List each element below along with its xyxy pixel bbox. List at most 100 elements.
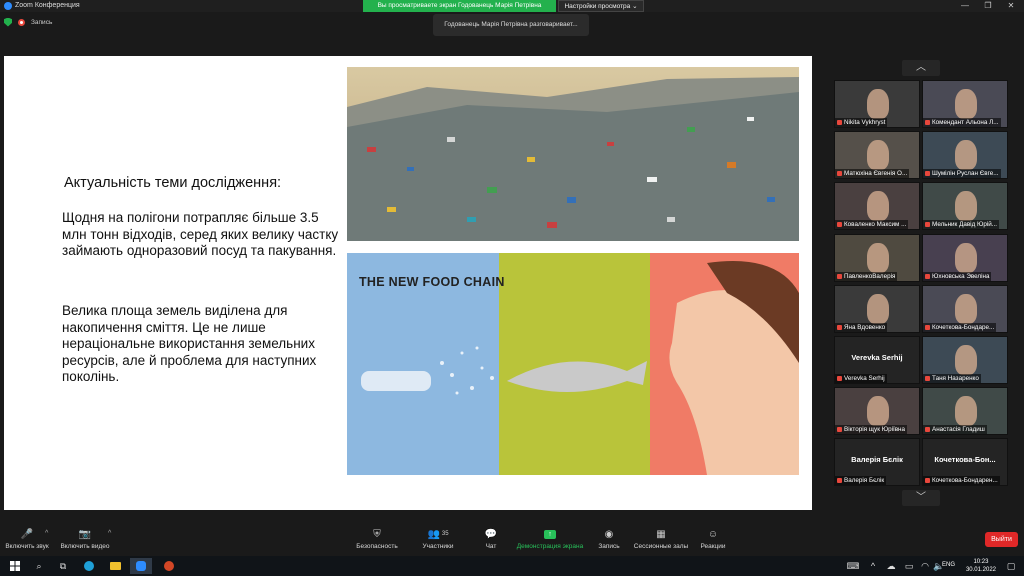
mic-muted-icon bbox=[837, 273, 842, 279]
meeting-toolbar: 🎤 Включить звук ^ 📷 Включить видео ^ ⛨ Б… bbox=[0, 524, 1024, 556]
viewing-share-banner: Вы просматриваете экран Годованець Марія… bbox=[363, 0, 556, 12]
participant-name: Кочеткова-Бондаре... bbox=[923, 322, 997, 332]
share-screen-icon: ↑ bbox=[543, 528, 557, 540]
recording-label: Запись bbox=[31, 18, 53, 26]
participant-name: Nikita Vykhryst bbox=[835, 118, 888, 127]
participant-display-name: Валерія Бєлік bbox=[851, 455, 903, 465]
participant-name: Комендант Альона Л... bbox=[923, 118, 1001, 127]
start-video-label: Включить видео bbox=[60, 543, 110, 550]
reactions-label: Реакции bbox=[700, 543, 726, 550]
participant-video bbox=[955, 191, 977, 222]
participant-video bbox=[955, 140, 977, 171]
task-view-icon[interactable]: ⧉ bbox=[52, 558, 74, 574]
mic-muted-icon bbox=[925, 222, 930, 228]
participant-video bbox=[867, 89, 889, 119]
mic-muted-icon bbox=[925, 273, 930, 279]
participant-video bbox=[955, 345, 977, 375]
participant-video bbox=[867, 293, 889, 324]
chat-icon: 💬 bbox=[484, 528, 498, 540]
title-bar: Zoom Конференция Вы просматриваете экран… bbox=[0, 0, 1024, 12]
file-explorer-icon[interactable] bbox=[104, 558, 126, 574]
participant-name: Вікторія щук Юріївна bbox=[835, 425, 908, 435]
recording-icon bbox=[18, 18, 25, 26]
reactions-button[interactable]: ☺ Реакции bbox=[698, 528, 728, 551]
participant-tile[interactable]: Nikita Vykhryst bbox=[834, 80, 920, 128]
participant-tile[interactable]: Кочеткова-Бон... Кочеткова-Бондарен... bbox=[922, 438, 1008, 487]
participant-tile[interactable]: ПавленкоВалерія bbox=[834, 233, 920, 282]
mic-muted-icon: 🎤 bbox=[20, 528, 34, 540]
participant-tile[interactable]: Валерія Бєлік Валерія Бєлік bbox=[834, 438, 920, 487]
participant-tile[interactable]: Юхновська Эвеліна bbox=[922, 233, 1008, 282]
mic-muted-icon bbox=[925, 120, 930, 125]
window-title: Zoom Конференция bbox=[15, 2, 80, 9]
chat-button[interactable]: 💬 Чат bbox=[478, 528, 504, 551]
participant-name: Коваленко Максим ... bbox=[835, 220, 909, 230]
mic-muted-icon bbox=[837, 427, 842, 433]
gallery-scroll-up-button[interactable]: ︿ bbox=[902, 60, 940, 76]
food-chain-image: THE NEW FOOD CHAIN bbox=[347, 253, 799, 475]
participant-tile[interactable]: Комендант Альона Л... bbox=[922, 80, 1008, 128]
participant-name: Матюхіна Євгенія О... bbox=[835, 169, 910, 179]
shield-icon: ⛨ bbox=[373, 528, 381, 540]
participant-video bbox=[955, 242, 977, 273]
participant-tile[interactable]: Вікторія щук Юріївна bbox=[834, 387, 920, 436]
close-window-button[interactable]: ✕ bbox=[998, 0, 1024, 12]
leave-meeting-button[interactable]: Выйти bbox=[985, 532, 1018, 547]
participant-tile[interactable]: Шумілін Руслан Євге... bbox=[922, 131, 1008, 180]
breakout-rooms-button[interactable]: ▦ Сессионные залы bbox=[632, 528, 690, 551]
participant-video bbox=[867, 396, 889, 427]
participant-display-name: Verevka Serhij bbox=[851, 353, 903, 362]
landfill-image bbox=[347, 67, 799, 241]
participant-tile[interactable]: Мельник Давід Юрій... bbox=[922, 182, 1008, 231]
chevron-down-icon: ⌄ bbox=[632, 3, 638, 10]
participant-video bbox=[955, 396, 977, 427]
start-video-button[interactable]: 📷 Включить видео bbox=[58, 528, 112, 551]
zoom-logo-icon bbox=[4, 2, 12, 10]
breakout-label: Сессионные залы bbox=[633, 543, 689, 550]
app-title: Zoom Конференция bbox=[4, 0, 80, 12]
participant-name: Verevka Serhij bbox=[835, 374, 887, 383]
participants-button[interactable]: 👥 35 Участники bbox=[418, 528, 458, 551]
mic-muted-icon bbox=[837, 376, 842, 381]
zoom-taskbar-icon[interactable] bbox=[130, 558, 152, 574]
record-icon: ◉ bbox=[604, 528, 614, 540]
participants-label: Участники bbox=[422, 543, 454, 550]
shield-icon[interactable] bbox=[4, 17, 12, 27]
notifications-icon[interactable]: ▢ bbox=[1000, 558, 1022, 574]
unmute-label: Включить звук bbox=[5, 543, 49, 550]
keyboard-icon[interactable]: ⌨ bbox=[842, 558, 864, 574]
participant-tile[interactable]: Яна Вдовенко bbox=[834, 284, 920, 333]
powerpoint-icon[interactable] bbox=[158, 558, 180, 574]
participant-tile[interactable]: Коваленко Максим ... bbox=[834, 182, 920, 231]
participant-tile[interactable]: Анастасія Гладиш bbox=[922, 387, 1008, 436]
gallery-scroll-down-button[interactable]: ﹀ bbox=[902, 490, 940, 506]
slide-heading: Актуальність теми дослідження: bbox=[64, 175, 282, 191]
taskbar-clock[interactable]: 10:23 30.01.2022 bbox=[966, 558, 996, 574]
participant-name: Таня Назаренко bbox=[923, 374, 981, 383]
edge-browser-icon[interactable] bbox=[78, 558, 100, 574]
participant-tile[interactable]: Verevka Serhij Verevka Serhij bbox=[834, 336, 920, 384]
unmute-button[interactable]: 🎤 Включить звук bbox=[4, 528, 50, 551]
share-screen-button[interactable]: ↑ Демонстрация экрана bbox=[514, 528, 586, 550]
audio-options-chevron-icon[interactable]: ^ bbox=[45, 530, 48, 537]
record-button[interactable]: ◉ Запись bbox=[594, 528, 624, 551]
mic-muted-icon bbox=[925, 376, 930, 381]
participant-name: Яна Вдовенко bbox=[835, 322, 888, 332]
participant-tile[interactable]: Матюхіна Євгенія О... bbox=[834, 131, 920, 180]
participant-video bbox=[867, 140, 889, 171]
view-options-button[interactable]: Настройки просмотра ⌄ bbox=[558, 0, 644, 12]
windows-start-icon[interactable] bbox=[4, 558, 26, 574]
participant-video bbox=[867, 242, 889, 273]
meeting-status-row: Запись bbox=[4, 16, 52, 28]
input-language[interactable]: ENG bbox=[942, 562, 955, 568]
camera-off-icon: 📷 bbox=[78, 528, 92, 540]
video-options-chevron-icon[interactable]: ^ bbox=[108, 530, 111, 537]
security-button[interactable]: ⛨ Безопасность bbox=[352, 528, 402, 551]
search-icon[interactable]: ⌕ bbox=[28, 558, 50, 574]
participant-tile[interactable]: Кочеткова-Бондаре... bbox=[922, 284, 1008, 333]
participant-name: Юхновська Эвеліна bbox=[923, 271, 992, 281]
participants-icon: 👥 35 bbox=[427, 528, 449, 540]
participant-tile[interactable]: Таня Назаренко bbox=[922, 336, 1008, 384]
view-options-label: Настройки просмотра bbox=[564, 3, 631, 10]
participant-display-name: Кочеткова-Бон... bbox=[934, 455, 996, 465]
